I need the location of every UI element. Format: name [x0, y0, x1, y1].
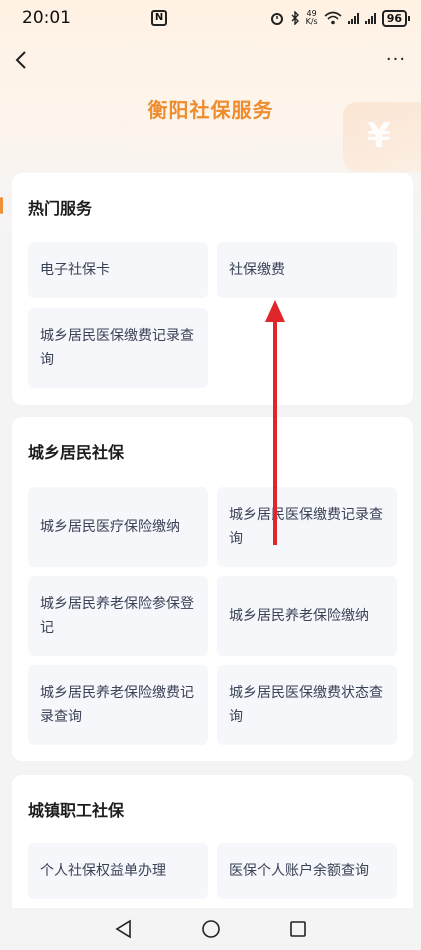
tile-account-balance[interactable]: 医保个人账户余额查询	[217, 843, 397, 899]
tile-e-social-card[interactable]: 电子社保卡	[28, 242, 208, 298]
net-speed-unit: K/s	[305, 17, 318, 26]
tile-label: 电子社保卡	[40, 262, 110, 278]
alarm-icon	[270, 13, 283, 25]
tile-medical-insurance-payment[interactable]: 城乡居民医疗保险缴纳	[28, 487, 208, 567]
tile-pension-payment[interactable]: 城乡居民养老保险缴纳	[217, 576, 397, 656]
more-icon[interactable]: ···	[383, 50, 409, 70]
tile-label: 社保缴费	[229, 262, 285, 278]
urban-rural-card: 城乡居民社保 城乡居民医疗保险缴纳 城乡居民医保缴费记录查询 城乡居民养老保险参…	[12, 417, 413, 761]
section-title: 热门服务	[28, 199, 93, 218]
nav-recents-button[interactable]	[285, 916, 311, 942]
square-recents-icon	[289, 921, 306, 937]
status-time: 20:01	[22, 8, 71, 28]
tile-label: 个人社保权益单办理	[40, 863, 166, 879]
battery-icon: 96	[381, 9, 411, 27]
tile-medical-record-query[interactable]: 城乡居民医保缴费记录查询	[28, 308, 208, 388]
circle-home-icon	[201, 920, 220, 938]
nav-home-button[interactable]	[198, 916, 224, 942]
yen-icon: ¥	[367, 116, 391, 156]
tile-label: 城乡居民养老保险缴纳	[229, 608, 369, 624]
wifi-icon	[324, 11, 342, 25]
tile-medical-status[interactable]: 城乡居民医保缴费状态查询	[217, 665, 397, 745]
tile-label: 城乡居民医保缴费记录查询	[40, 328, 194, 368]
back-icon[interactable]	[10, 48, 34, 72]
nav-back-button[interactable]	[111, 916, 137, 942]
triangle-back-icon	[114, 919, 131, 939]
tile-medical-payment-record[interactable]: 城乡居民医保缴费记录查询	[217, 487, 397, 567]
tile-label: 城乡居民医保缴费记录查询	[229, 507, 383, 547]
tile-label: 医保个人账户余额查询	[229, 863, 369, 879]
tile-rights-statement[interactable]: 个人社保权益单办理	[28, 843, 208, 899]
tile-label: 城乡居民养老保险参保登记	[40, 596, 194, 636]
hot-services-card: 热门服务 电子社保卡 社保缴费 城乡居民医保缴费记录查询	[0, 173, 413, 405]
section-title: 城乡居民社保	[28, 443, 125, 462]
status-bar: 20:01 N 49 K/s 96	[0, 0, 421, 36]
yen-decoration: ¥	[343, 102, 421, 172]
tile-label: 城乡居民养老保险缴费记录查询	[40, 685, 194, 725]
tile-pension-record[interactable]: 城乡居民养老保险缴费记录查询	[28, 665, 208, 745]
tile-label: 城乡居民医疗保险缴纳	[40, 519, 180, 535]
bluetooth-icon	[291, 11, 299, 25]
signal-icon-2	[364, 12, 376, 24]
signal-icon	[347, 12, 359, 24]
tile-social-payment[interactable]: 社保缴费	[217, 242, 397, 298]
title-accent	[0, 197, 3, 214]
tile-pension-enrollment[interactable]: 城乡居民养老保险参保登记	[28, 576, 208, 656]
nfc-icon: N	[151, 10, 167, 26]
system-nav-bar	[0, 908, 421, 950]
section-title: 城镇职工社保	[28, 801, 125, 820]
net-speed: 49 K/s	[306, 10, 318, 26]
tile-label: 城乡居民医保缴费状态查询	[229, 685, 383, 725]
employee-card: 城镇职工社保 个人社保权益单办理 医保个人账户余额查询	[12, 775, 413, 925]
